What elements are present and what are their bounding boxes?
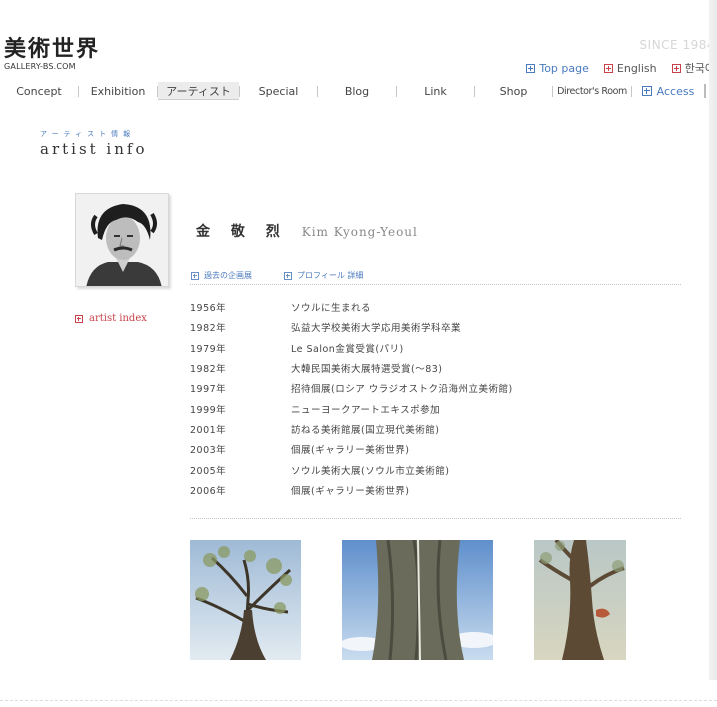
plus-box-icon	[75, 314, 83, 323]
artist-name-jp: 金 敬 烈	[196, 224, 288, 240]
bio-text: ソウル美術大展(ソウル市立美術館)	[291, 465, 450, 477]
bio-row: 1999年 ニューヨークアートエキスポ参加	[190, 398, 681, 418]
bio-year: 1979年	[190, 343, 227, 355]
section-title: artist info	[40, 140, 148, 158]
portrait-image	[76, 194, 168, 286]
nav-concept[interactable]: Concept	[0, 82, 78, 100]
nav-end-bar	[704, 84, 706, 98]
plus-box-icon	[191, 271, 199, 280]
artwork-thumbnail-1[interactable]	[190, 540, 301, 660]
korean-link[interactable]: 한국어	[671, 60, 715, 76]
bio-year: 2001年	[190, 424, 227, 436]
bio-year: 1999年	[190, 404, 227, 416]
english-label: English	[616, 61, 657, 75]
bio-year: 2003年	[190, 445, 227, 457]
bio-year: 1997年	[190, 384, 227, 396]
logo-domain: GALLERY-BS.COM	[4, 62, 76, 71]
nav-blog[interactable]: Blog	[318, 82, 396, 100]
nav-link[interactable]: Link	[397, 82, 474, 100]
nav-artist[interactable]: アーティスト	[158, 82, 239, 100]
logo-kanji: 美術世界	[4, 36, 101, 62]
bio-row: 1997年 招待個展(ロシア ウラジオストク沿海州立美術館)	[190, 378, 681, 398]
site-logo[interactable]: 美術世界 GALLERY-BS.COM	[4, 37, 100, 71]
divider	[190, 518, 681, 519]
artwork-image	[190, 540, 301, 660]
bio-year: 1982年	[190, 364, 227, 376]
artwork-image	[342, 540, 493, 660]
past-exhibitions-label: 過去の企画展	[204, 271, 252, 280]
bio-year: 2005年	[190, 465, 227, 477]
bio-text: 個展(ギャラリー美術世界)	[291, 445, 410, 457]
bio-row: 2006年 個展(ギャラリー美術世界)	[190, 480, 681, 500]
bio-text: Le Salon金賞受賞(パリ)	[291, 343, 404, 355]
plus-box-icon	[603, 63, 613, 73]
artwork-thumbnail-3[interactable]	[534, 540, 626, 660]
artwork-thumbnail-2[interactable]	[342, 540, 493, 660]
since-label: SINCE 1984	[639, 38, 715, 52]
english-link[interactable]: English	[603, 60, 657, 76]
plus-box-icon	[526, 63, 536, 73]
past-exhibitions-link[interactable]: 過去の企画展	[191, 270, 252, 281]
profile-detail-label: プロフィール 詳細	[297, 271, 364, 280]
artist-name-en: Kim Kyong-Yeoul	[301, 225, 418, 239]
plus-box-icon	[641, 86, 652, 96]
bio-year: 2006年	[190, 485, 227, 497]
bio-year: 1956年	[190, 303, 227, 315]
artwork-image	[534, 540, 626, 660]
profile-detail-link[interactable]: プロフィール 詳細	[284, 270, 363, 281]
bio-row: 1956年 ソウルに生まれる	[190, 297, 681, 317]
top-page-label: Top page	[539, 61, 589, 75]
bio-text: ニューヨークアートエキスポ参加	[291, 404, 441, 416]
nav-directors-room[interactable]: Director's Room	[553, 82, 631, 100]
plus-box-icon	[284, 271, 292, 280]
bio-row: 1982年 弘益大学校美術大学応用美術学科卒業	[190, 317, 681, 337]
bio-text: ソウルに生まれる	[291, 303, 372, 315]
main-nav: Concept Exhibition アーティスト Special Blog L…	[0, 82, 717, 100]
divider	[190, 284, 681, 285]
nav-access-label: Access	[656, 84, 695, 98]
nav-shop[interactable]: Shop	[475, 82, 552, 100]
bio-text: 訪ねる美術館展(国立現代美術館)	[291, 424, 440, 436]
page-frame: 美術世界 GALLERY-BS.COM SINCE 1984 Top page …	[0, 0, 717, 680]
artist-index-label: artist index	[89, 313, 147, 324]
bio-row: 1982年 大韓民国美術大展特選受賞(～83)	[190, 358, 681, 378]
section-kana: アーティスト情報	[40, 130, 136, 138]
plus-box-icon	[671, 63, 681, 73]
bio-text: 招待個展(ロシア ウラジオストク沿海州立美術館)	[291, 384, 513, 396]
bio-text: 弘益大学校美術大学応用美術学科卒業	[291, 323, 462, 335]
artist-biography: 1956年 ソウルに生まれる 1982年 弘益大学校美術大学応用美術学科卒業 197…	[190, 297, 681, 500]
language-links: Top page English 한국어	[526, 60, 715, 76]
bio-row: 1979年 Le Salon金賞受賞(パリ)	[190, 338, 681, 358]
bio-row: 2005年 ソウル美術大展(ソウル市立美術館)	[190, 459, 681, 479]
nav-access[interactable]: Access	[632, 82, 704, 100]
bio-row: 2003年 個展(ギャラリー美術世界)	[190, 439, 681, 459]
artist-sublinks: 過去の企画展 プロフィール 詳細	[191, 270, 363, 281]
nav-special[interactable]: Special	[240, 82, 317, 100]
artist-name: 金 敬 烈 Kim Kyong-Yeoul	[196, 221, 418, 241]
bio-text: 個展(ギャラリー美術世界)	[291, 485, 410, 497]
bio-row: 2001年 訪ねる美術館展(国立現代美術館)	[190, 419, 681, 439]
korean-label: 한국어	[684, 62, 715, 75]
footer-divider	[0, 700, 717, 701]
bio-text: 大韓民国美術大展特選受賞(～83)	[291, 364, 443, 376]
artist-index-link[interactable]: artist index	[75, 313, 147, 324]
top-page-link[interactable]: Top page	[526, 60, 589, 76]
artist-portrait	[75, 193, 169, 287]
nav-exhibition[interactable]: Exhibition	[79, 82, 157, 100]
bio-year: 1982年	[190, 323, 227, 335]
